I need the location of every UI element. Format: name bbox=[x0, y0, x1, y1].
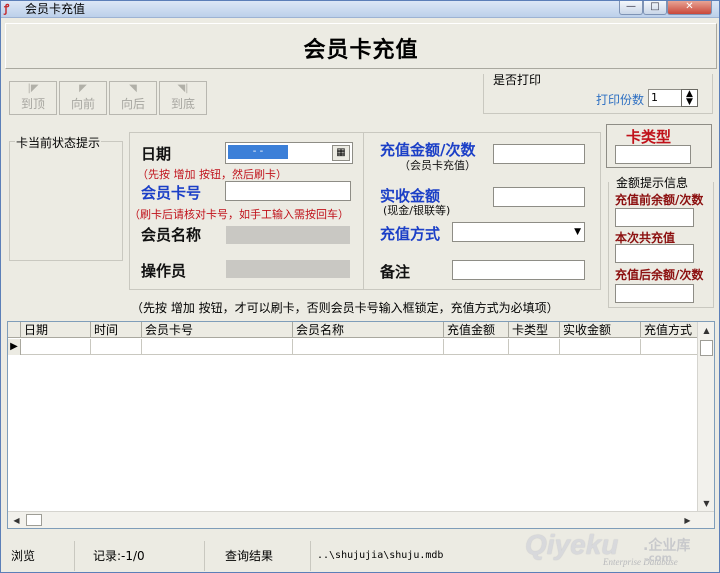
maximize-button[interactable]: □ bbox=[643, 1, 667, 15]
spin-down-icon[interactable]: ▼ bbox=[686, 97, 693, 107]
card-number-label: 会员卡号 bbox=[141, 184, 202, 202]
horizontal-scroll-thumb[interactable] bbox=[26, 514, 42, 526]
card-status-label: 卡当前状态提示 bbox=[15, 134, 102, 151]
col-header-time[interactable]: 时间 bbox=[91, 322, 142, 338]
col-header-date[interactable]: 日期 bbox=[21, 322, 91, 338]
grid-header: 日期 时间 会员卡号 会员名称 充值金额 卡类型 实收金额 充值方式 bbox=[8, 322, 698, 338]
table-cell[interactable] bbox=[641, 339, 698, 355]
table-cell[interactable] bbox=[142, 339, 293, 355]
next-record-icon: ◥ bbox=[129, 83, 137, 94]
first-record-icon: |◤ bbox=[27, 83, 39, 94]
records-grid[interactable]: 日期 时间 会员卡号 会员名称 充值金额 卡类型 实收金额 充值方式 ▶ ▲ ▼ bbox=[7, 321, 715, 529]
payment-method-label: 充值方式 bbox=[380, 225, 441, 243]
qiyeku-watermark: Qiyeku .企业库 .com Enterprise Database bbox=[525, 527, 715, 573]
scroll-down-icon[interactable]: ▼ bbox=[699, 496, 714, 511]
table-cell[interactable] bbox=[21, 339, 91, 355]
card-type-field[interactable] bbox=[615, 145, 691, 164]
print-copies-label: 打印份数 bbox=[596, 93, 645, 107]
balance-before-field bbox=[615, 208, 694, 227]
first-record-button[interactable]: |◤ 到顶 bbox=[9, 81, 57, 115]
last-record-icon: ◥| bbox=[177, 83, 189, 94]
calendar-icon[interactable]: ▦ bbox=[332, 145, 350, 161]
received-amount-sub: (现金/银联等) bbox=[383, 204, 451, 217]
previous-record-icon: ◤ bbox=[79, 83, 87, 94]
dropdown-arrow-icon[interactable]: ▼ bbox=[574, 225, 581, 239]
recharge-amount-sub: （会员卡充值） bbox=[399, 159, 476, 172]
vertical-scroll-thumb[interactable] bbox=[700, 340, 713, 356]
table-cell[interactable] bbox=[509, 339, 560, 355]
last-record-label: 到底 bbox=[170, 97, 195, 111]
form-divider bbox=[363, 132, 364, 290]
verify-card-hint: （刷卡后请核对卡号，如手工输入需按回车） bbox=[129, 208, 349, 221]
previous-record-button[interactable]: ◤ 向前 bbox=[59, 81, 107, 115]
col-header-card-type[interactable]: 卡类型 bbox=[509, 322, 560, 338]
table-cell[interactable] bbox=[293, 339, 444, 355]
add-swipe-hint: （先按 增加 按钮，然后刷卡） bbox=[137, 168, 287, 181]
table-cell[interactable] bbox=[444, 339, 509, 355]
watermark-en: Enterprise Database bbox=[603, 557, 678, 567]
page-title: 会员卡充值 bbox=[303, 37, 419, 63]
current-row-arrow-icon: ▶ bbox=[8, 339, 21, 355]
col-header-recharge-amount[interactable]: 充值金额 bbox=[444, 322, 509, 338]
status-mode: 浏览 bbox=[5, 541, 75, 571]
previous-record-label: 向前 bbox=[70, 97, 95, 111]
usage-hint: （先按 增加 按钮，才可以刷卡，否则会员卡号输入框锁定，充值方式为必填项） bbox=[131, 301, 559, 315]
card-status-group bbox=[9, 141, 123, 261]
card-number-input[interactable] bbox=[225, 181, 351, 201]
header-panel: 会员卡充值 bbox=[5, 23, 717, 69]
horizontal-scrollbar[interactable]: ◀ ▶ bbox=[8, 511, 714, 528]
grid-corner bbox=[8, 322, 21, 338]
title-bar: ꝭ 会员卡充值 — □ ✕ bbox=[1, 1, 719, 18]
balance-before-label: 充值前余额/次数 bbox=[615, 193, 704, 207]
status-db-path: ..\shujujia\shuju.mdb bbox=[317, 550, 444, 561]
print-group-label: 是否打印 bbox=[491, 71, 544, 88]
date-label: 日期 bbox=[141, 145, 172, 163]
table-cell[interactable] bbox=[91, 339, 142, 355]
print-copies-input[interactable]: 1 bbox=[648, 89, 682, 107]
last-record-button[interactable]: ◥| 到底 bbox=[159, 81, 207, 115]
recharge-amount-input[interactable] bbox=[493, 144, 585, 164]
table-cell[interactable] bbox=[560, 339, 641, 355]
operator-field bbox=[226, 260, 350, 278]
status-query: 查询结果 bbox=[219, 541, 311, 571]
remark-input[interactable] bbox=[452, 260, 585, 280]
vertical-scrollbar[interactable]: ▲ ▼ bbox=[697, 322, 714, 512]
balance-info-title: 金额提示信息 bbox=[615, 174, 690, 191]
date-value[interactable]: - - bbox=[228, 145, 288, 159]
col-header-member-name[interactable]: 会员名称 bbox=[293, 322, 444, 338]
payment-method-select[interactable]: ▼ bbox=[452, 222, 585, 242]
scroll-left-icon[interactable]: ◀ bbox=[9, 513, 24, 528]
remark-label: 备注 bbox=[380, 263, 411, 281]
watermark-cn: .企业库 bbox=[643, 538, 691, 554]
this-recharge-field bbox=[615, 244, 694, 263]
card-type-label: 卡类型 bbox=[626, 128, 672, 146]
status-records: 记录:-1/0 bbox=[87, 541, 205, 571]
balance-after-field bbox=[615, 284, 694, 303]
minimize-button[interactable]: — bbox=[619, 1, 643, 15]
operator-label: 操作员 bbox=[141, 262, 187, 280]
print-copies-spinner[interactable]: ▲ ▼ bbox=[681, 89, 698, 107]
app-window: ꝭ 会员卡充值 — □ ✕ 会员卡充值 |◤ 到顶 ◤ 向前 ◥ 向后 ◥| 到… bbox=[0, 0, 720, 573]
scroll-up-icon[interactable]: ▲ bbox=[699, 323, 714, 338]
member-name-field bbox=[226, 226, 350, 244]
member-name-label: 会员名称 bbox=[141, 226, 202, 244]
col-header-card-number[interactable]: 会员卡号 bbox=[142, 322, 293, 338]
date-picker[interactable]: - - ▦ bbox=[225, 142, 353, 164]
balance-after-label: 充值后余额/次数 bbox=[615, 268, 704, 282]
close-button[interactable]: ✕ bbox=[667, 1, 712, 15]
col-header-received-amount[interactable]: 实收金额 bbox=[560, 322, 641, 338]
scroll-right-icon[interactable]: ▶ bbox=[680, 513, 695, 528]
first-record-label: 到顶 bbox=[20, 97, 45, 111]
table-row[interactable]: ▶ bbox=[8, 339, 698, 355]
col-header-payment-method[interactable]: 充值方式 bbox=[641, 322, 698, 338]
received-amount-input[interactable] bbox=[493, 187, 585, 207]
next-record-button[interactable]: ◥ 向后 bbox=[109, 81, 157, 115]
window-title: 会员卡充值 bbox=[25, 2, 86, 16]
next-record-label: 向后 bbox=[120, 97, 145, 111]
app-logo-icon: ꝭ bbox=[4, 2, 10, 15]
